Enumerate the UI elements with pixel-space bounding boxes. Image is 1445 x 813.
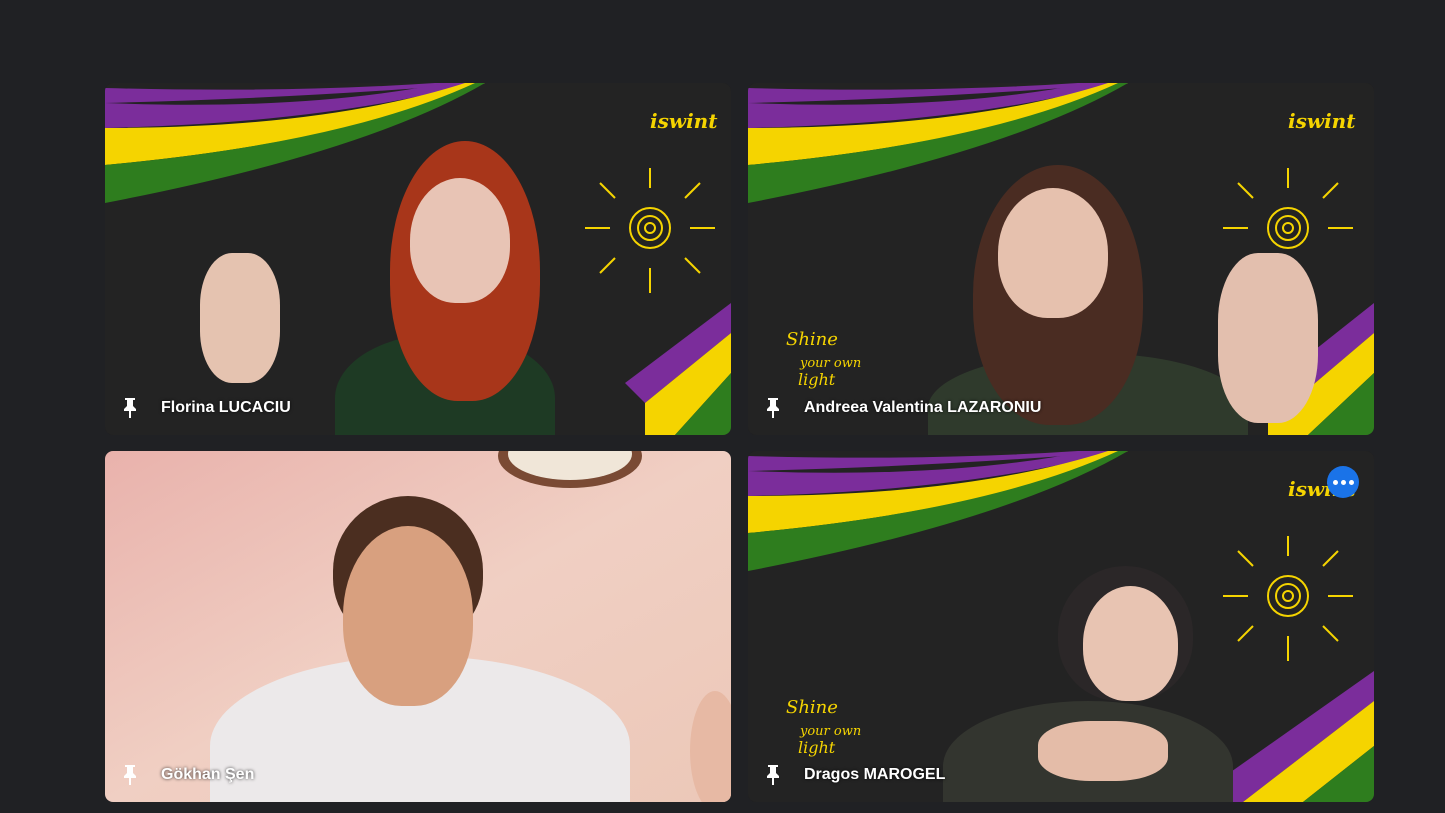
more-horizontal-icon <box>1332 479 1338 485</box>
participant-tile-4[interactable]: iswint Shine your own light Dragos MAROG… <box>748 451 1374 802</box>
svg-text:Shine: Shine <box>786 697 838 718</box>
more-horizontal-icon-dot <box>1340 479 1346 485</box>
participant-name-bar: Gökhan Şen <box>117 762 254 788</box>
participant-name-bar: Andreea Valentina LAZARONIU <box>760 395 1041 421</box>
participant-hand <box>1038 721 1168 781</box>
participant-tile-3[interactable]: Gökhan Şen <box>105 451 731 802</box>
participant-hand <box>1218 253 1318 423</box>
participant-hand <box>200 253 280 383</box>
participant-name: Andreea Valentina LAZARONIU <box>804 399 1042 416</box>
participant-name: Dragos MAROGEL <box>804 766 946 783</box>
participant-face <box>410 178 510 303</box>
more-options-button[interactable] <box>1327 466 1359 498</box>
svg-text:your own: your own <box>799 724 861 739</box>
participant-tile-2[interactable]: iswint Shine your own light Andreea Vale… <box>748 83 1374 435</box>
svg-text:iswint: iswint <box>650 109 718 133</box>
participant-face <box>343 526 473 706</box>
participant-name-bar: Dragos MAROGEL <box>760 762 945 788</box>
svg-text:light: light <box>798 738 836 757</box>
svg-text:Shine: Shine <box>786 329 838 350</box>
pin-icon[interactable] <box>117 395 143 421</box>
participant-face <box>1083 586 1178 701</box>
more-horizontal-icon-dot <box>1348 479 1354 485</box>
svg-text:iswint: iswint <box>1288 109 1356 133</box>
svg-text:light: light <box>798 370 836 389</box>
participant-name: Gökhan Şen <box>161 766 255 783</box>
participant-tile-1[interactable]: iswint Florina LUCACIU <box>105 83 731 435</box>
video-grid: iswint Florina LUCACIU iswint Shine your… <box>105 83 1374 802</box>
pin-icon[interactable] <box>117 762 143 788</box>
participant-name: Florina LUCACIU <box>161 399 291 416</box>
participant-name-bar: Florina LUCACIU <box>117 395 291 421</box>
pin-icon[interactable] <box>760 395 786 421</box>
pin-icon[interactable] <box>760 762 786 788</box>
participant-face <box>998 188 1108 318</box>
svg-text:your own: your own <box>799 356 861 371</box>
